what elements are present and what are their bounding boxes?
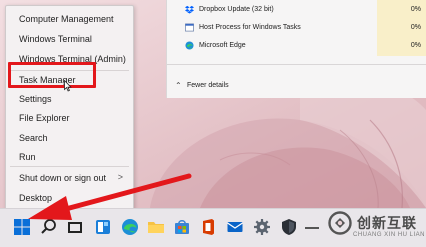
menu-item-run[interactable]: Run: [19, 150, 36, 164]
divider: [167, 64, 426, 65]
winx-quick-link-menu: Computer Management Windows Terminal Win…: [5, 5, 134, 212]
process-cpu: 0%: [410, 24, 421, 31]
edge-icon: [185, 41, 194, 50]
process-row[interactable]: Host Process for Windows Tasks 0%: [167, 21, 426, 35]
watermark-text: 创新互联: [357, 215, 417, 231]
menu-item-desktop[interactable]: Desktop: [19, 191, 52, 205]
watermark-subtext: CHUANG XIN HU LIAN: [353, 232, 426, 238]
menu-item-shut-down-or-sign-out[interactable]: Shut down or sign out: [19, 171, 106, 185]
fewer-details-button[interactable]: Fewer details: [187, 82, 229, 89]
edge-icon[interactable]: [121, 218, 139, 236]
process-name: Host Process for Windows Tasks: [199, 24, 301, 31]
chevron-up-icon[interactable]: ⌃: [175, 81, 182, 90]
process-row[interactable]: Microsoft Edge 0%: [167, 39, 426, 53]
store-icon[interactable]: [173, 218, 191, 236]
watermark-logo: [328, 211, 352, 235]
mouse-pointer-icon: [64, 80, 72, 92]
highlight-annotation-box: [8, 62, 96, 88]
search-icon[interactable]: [40, 218, 58, 236]
process-cpu: 0%: [410, 6, 421, 13]
security-icon[interactable]: [280, 218, 298, 236]
menu-item-windows-terminal[interactable]: Windows Terminal: [19, 32, 92, 46]
process-cpu: 0%: [410, 42, 421, 49]
windows-process-icon: [185, 23, 194, 32]
start-icon[interactable]: [13, 218, 31, 236]
file-explorer-icon[interactable]: [147, 218, 165, 236]
settings-icon[interactable]: [253, 218, 271, 236]
task-manager-window: Dropbox Update (32 bit) 0% Host Process …: [166, 0, 426, 98]
menu-item-search[interactable]: Search: [19, 131, 48, 145]
menu-separator: [10, 166, 129, 167]
mail-icon[interactable]: [226, 218, 244, 236]
menu-item-file-explorer[interactable]: File Explorer: [19, 111, 70, 125]
dropbox-icon: [185, 5, 194, 14]
submenu-arrow-icon: >: [117, 172, 123, 182]
task-view-icon[interactable]: [66, 218, 84, 236]
widgets-icon[interactable]: [94, 218, 112, 236]
menu-item-computer-management[interactable]: Computer Management: [19, 12, 114, 26]
process-name: Microsoft Edge: [199, 42, 246, 49]
process-row[interactable]: Dropbox Update (32 bit) 0%: [167, 3, 426, 17]
process-name: Dropbox Update (32 bit): [199, 6, 274, 13]
menu-item-settings[interactable]: Settings: [19, 92, 52, 106]
office-icon[interactable]: [199, 218, 217, 236]
taskbar-overflow-dash: [305, 227, 319, 229]
